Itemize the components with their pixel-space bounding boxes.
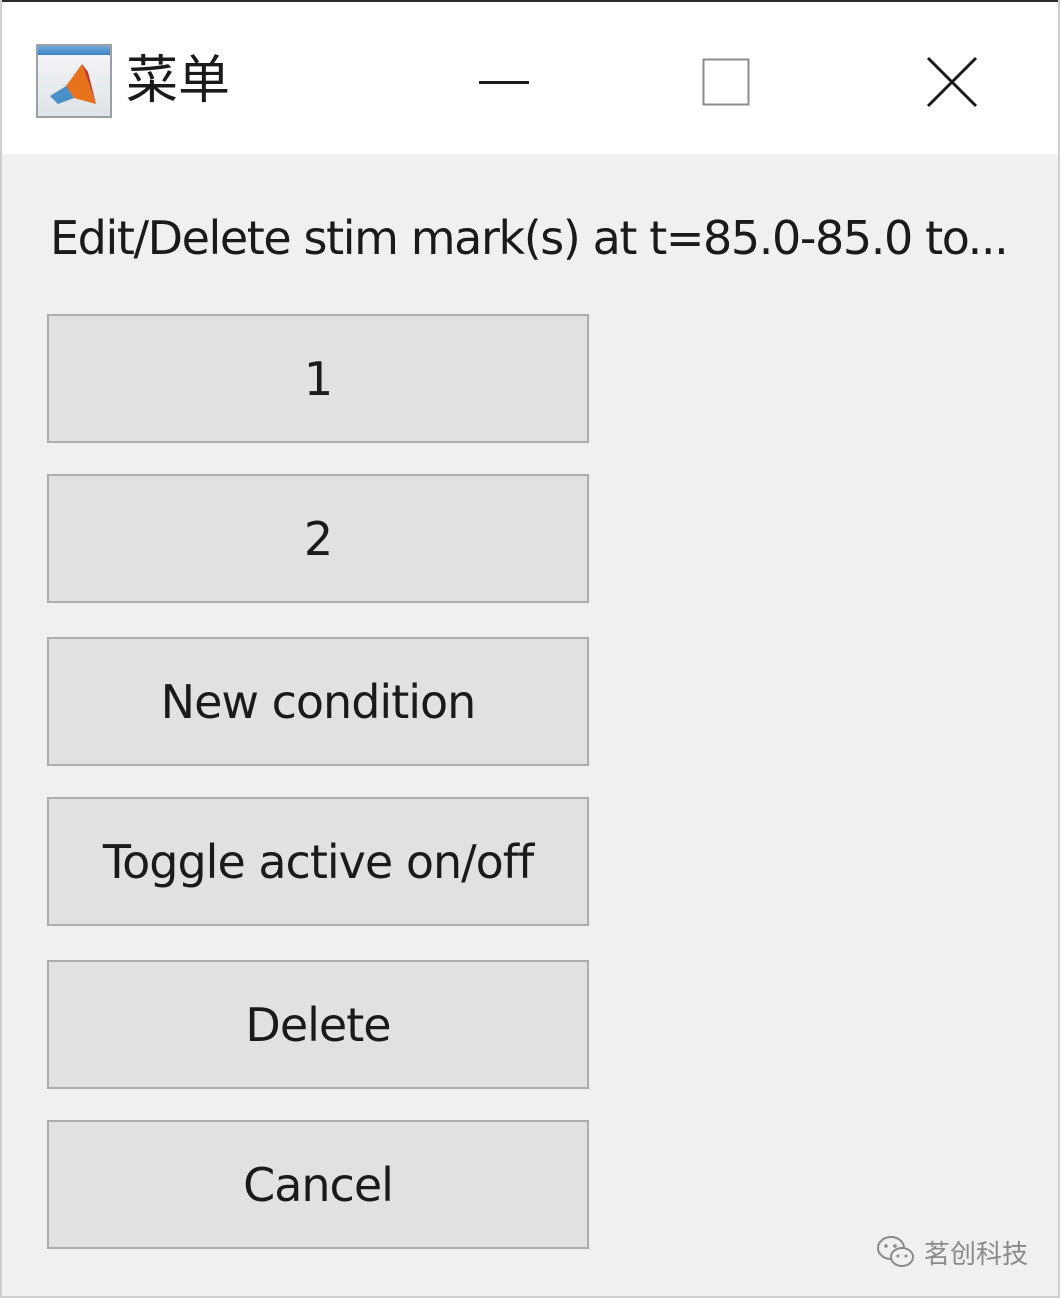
minimize-icon — [479, 81, 529, 84]
matlab-logo-icon[interactable] — [36, 44, 112, 118]
close-button[interactable] — [922, 52, 982, 112]
minimize-button[interactable] — [474, 52, 534, 112]
watermark-text: 茗创科技 — [924, 1239, 1029, 1270]
title-bar[interactable]: 菜单 — [2, 12, 1058, 154]
dialog-prompt-text: Edit/Delete stim mark(s) at t=85.0-85.0 … — [50, 211, 1009, 265]
window-title: 菜单 — [126, 51, 231, 111]
watermark: 茗创科技 — [876, 1232, 1028, 1272]
maximize-icon — [702, 58, 750, 106]
cancel-button[interactable]: Cancel — [47, 1120, 589, 1249]
wechat-icon — [877, 1236, 914, 1267]
delete-button[interactable]: Delete — [47, 960, 589, 1089]
new-condition-button[interactable]: New condition — [47, 637, 589, 766]
option-1-button[interactable]: 1 — [47, 314, 589, 443]
maximize-button[interactable] — [696, 52, 756, 112]
option-2-button[interactable]: 2 — [47, 474, 589, 603]
toggle-active-button[interactable]: Toggle active on/off — [47, 797, 589, 926]
window-top-edge — [2, 0, 1058, 12]
close-icon — [926, 56, 978, 108]
menu-dialog-window: 菜单 Edit/Delete stim mark(s) at t=85.0-85… — [0, 0, 1060, 1298]
